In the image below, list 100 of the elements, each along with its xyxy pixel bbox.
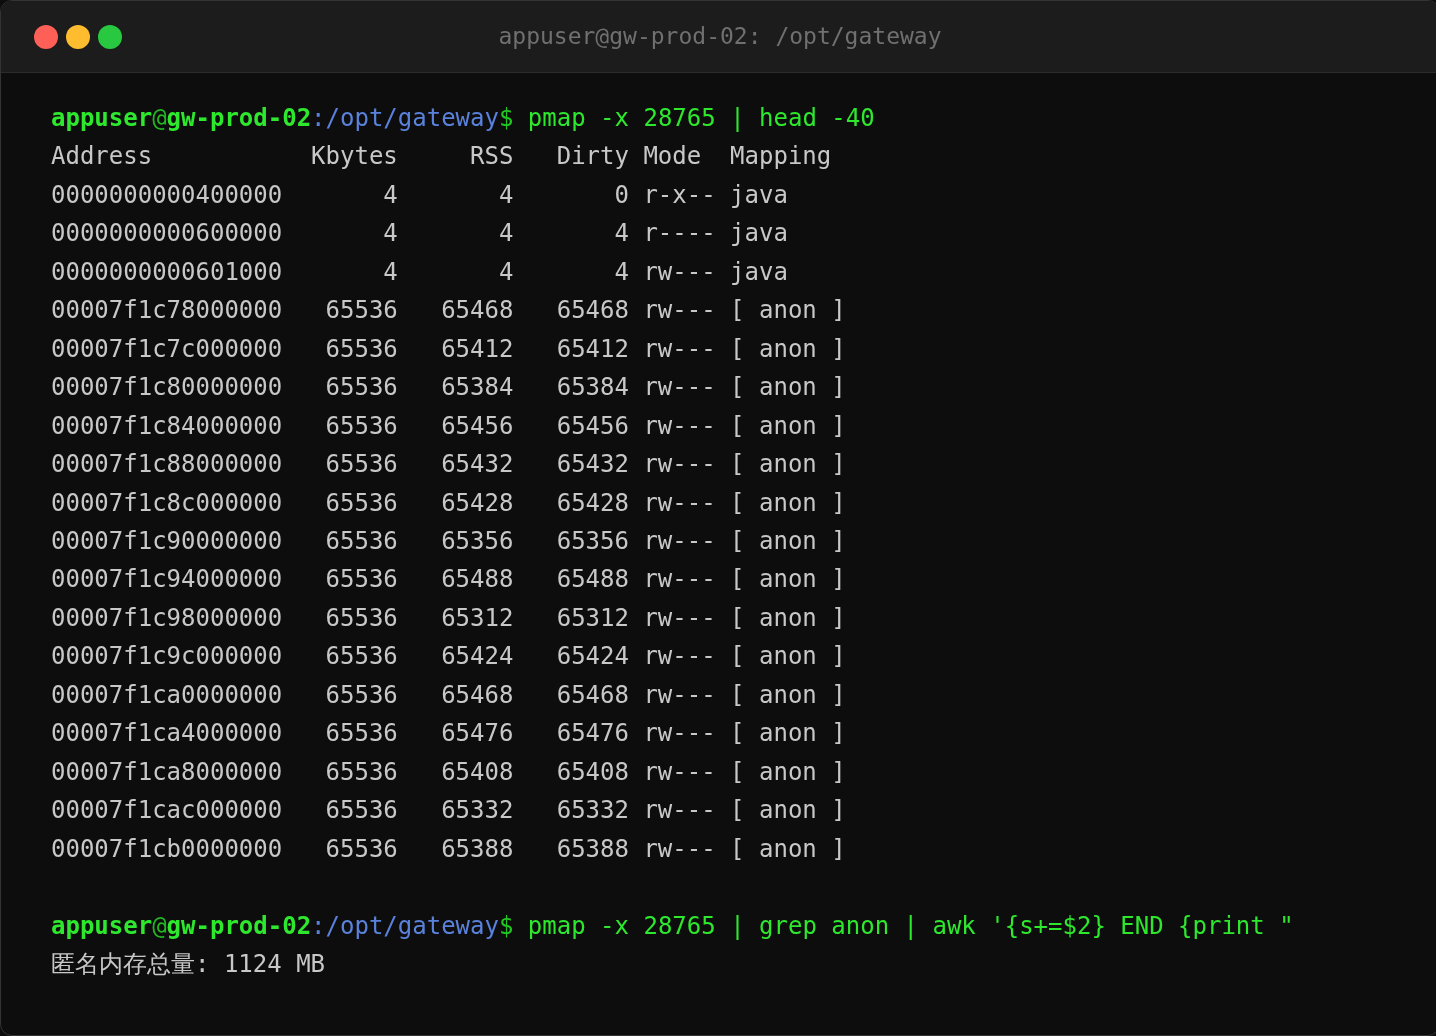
table-cell-text: rw--- <box>642 602 716 634</box>
table-cell-text: rw--- <box>642 295 716 327</box>
table-cell-text: 4 <box>613 256 629 288</box>
table-cell-text: [ anon ] <box>729 410 846 442</box>
table-cell-text: 0000000000400000 <box>51 179 283 211</box>
table-cell-text: java <box>729 179 789 211</box>
table-cell-text: rw--- <box>642 449 716 481</box>
table-cell-text: [ anon ] <box>729 833 846 865</box>
table-cell-text: 65412 <box>440 333 514 365</box>
table-cell-text: 00007f1c7c000000 <box>51 333 283 365</box>
table-cell-text: 0000000000601000 <box>51 256 283 288</box>
table-cell-text: 65468 <box>555 295 629 327</box>
table-cell-text: [ anon ] <box>729 333 846 365</box>
table-cell-text: rw--- <box>642 564 716 596</box>
table-cell-text: 65536 <box>324 718 398 750</box>
table-cell-text: r---- <box>642 218 716 250</box>
table-cell-text: 00007f1cb0000000 <box>51 833 283 865</box>
table-cell-text: java <box>729 256 789 288</box>
table-cell-text: 00007f1cac000000 <box>51 795 283 827</box>
table-cell-text: [ anon ] <box>729 718 846 750</box>
column-header: Dirty <box>555 141 629 173</box>
output-line: 匿名内存总量: 1124 MB <box>51 948 326 980</box>
table-cell-text: [ anon ] <box>729 449 846 481</box>
close-button[interactable] <box>34 25 58 49</box>
table-cell-text: rw--- <box>642 526 716 557</box>
table-cell-text: rw--- <box>642 372 716 404</box>
table-cell-text: [ anon ] <box>729 795 846 827</box>
table-cell-text: r-x-- <box>642 179 716 211</box>
table-cell-text: 00007f1c94000000 <box>51 564 283 596</box>
table-cell-text: rw--- <box>642 487 716 519</box>
table-cell-text: 65428 <box>555 487 629 519</box>
table-cell-text: rw--- <box>642 410 716 442</box>
table-cell-text: [ anon ] <box>729 372 846 404</box>
table-cell-text: 00007f1c88000000 <box>51 449 283 481</box>
table-cell-text: 65432 <box>555 449 629 481</box>
table-cell-text: 65408 <box>440 756 514 788</box>
column-header: RSS <box>469 141 514 173</box>
table-cell-text: 4 <box>497 218 514 250</box>
table-cell-text: [ anon ] <box>729 564 846 596</box>
table-cell-text: 00007f1c90000000 <box>51 526 283 557</box>
table-cell-text: 65408 <box>555 756 629 788</box>
table-cell-text: 4 <box>382 256 398 288</box>
table-cell-text: 65424 <box>440 641 514 673</box>
table-cell-text: [ anon ] <box>729 295 846 327</box>
table-cell-text: 00007f1ca4000000 <box>51 718 283 750</box>
table-cell-text: [ anon ] <box>729 487 846 519</box>
command-line: appuser@gw-prod-02:/opt/gateway$ pmap -x 28765 | head -40 <box>51 103 875 134</box>
table-cell-text: 65476 <box>555 718 629 750</box>
table-cell-text: 4 <box>382 179 398 211</box>
table-cell-text: rw--- <box>642 256 716 288</box>
table-cell-text: 65536 <box>324 295 398 327</box>
table-cell-text: rw--- <box>642 679 716 711</box>
table-cell-text: 00007f1c84000000 <box>51 410 283 442</box>
table-cell-text: 0000000000600000 <box>51 218 283 250</box>
table-cell-text: 65384 <box>555 372 629 404</box>
table-cell-text: rw--- <box>642 641 716 673</box>
zoom-button[interactable] <box>98 25 122 49</box>
table-cell-text: 65536 <box>324 641 398 673</box>
table-cell-text: rw--- <box>642 833 716 865</box>
table-cell-text: 65476 <box>440 718 514 750</box>
table-cell-text: [ anon ] <box>729 602 846 634</box>
table-cell-text: 65424 <box>555 641 629 673</box>
table-cell-text: 65536 <box>324 526 398 557</box>
table-cell-text: [ anon ] <box>729 526 846 557</box>
table-cell-text: 4 <box>497 179 514 211</box>
table-cell-text: 65536 <box>324 833 398 865</box>
table-cell-text: 65536 <box>324 333 398 365</box>
table-cell-text: 65536 <box>324 487 398 519</box>
table-cell-text: 00007f1c78000000 <box>51 295 283 327</box>
table-cell-text: 65536 <box>324 602 398 634</box>
table-cell-text: 65456 <box>440 410 514 442</box>
table-cell-text: 0 <box>613 179 629 211</box>
table-cell-text: [ anon ] <box>729 641 846 673</box>
table-cell-text: 65332 <box>555 795 629 827</box>
table-cell-text: 65536 <box>324 795 398 827</box>
minimize-button[interactable] <box>66 25 90 49</box>
table-cell-text: 65536 <box>324 564 398 596</box>
table-cell-text: 4 <box>497 256 514 288</box>
table-cell-text: 65468 <box>555 679 629 711</box>
table-cell-text: 65456 <box>555 410 629 442</box>
table-cell-text: rw--- <box>642 756 716 788</box>
table-cell-text: [ anon ] <box>729 756 846 788</box>
table-cell-text: 00007f1c98000000 <box>51 602 283 634</box>
column-header: Mode <box>642 141 703 173</box>
table-cell-text: 65536 <box>324 449 398 481</box>
table-cell-text: 00007f1ca0000000 <box>51 679 283 711</box>
table-cell-text: java <box>729 218 789 250</box>
table-cell-text: 65468 <box>440 295 514 327</box>
table-cell-text: 65536 <box>324 756 398 788</box>
column-header: Kbytes <box>310 141 398 173</box>
table-cell-text: 65428 <box>440 487 514 519</box>
column-header: Address <box>51 141 154 173</box>
table-cell-text: 65312 <box>440 602 514 634</box>
window-title: appuser@gw-prod-02: /opt/gateway <box>498 22 942 52</box>
table-cell-text: 65388 <box>555 833 629 865</box>
table-cell-text: rw--- <box>642 795 716 827</box>
table-cell-text: 00007f1c9c000000 <box>51 641 283 673</box>
table-cell-text: 65332 <box>440 795 514 827</box>
table-cell-text: 65356 <box>440 526 514 557</box>
table-cell-text: 65388 <box>440 833 514 865</box>
